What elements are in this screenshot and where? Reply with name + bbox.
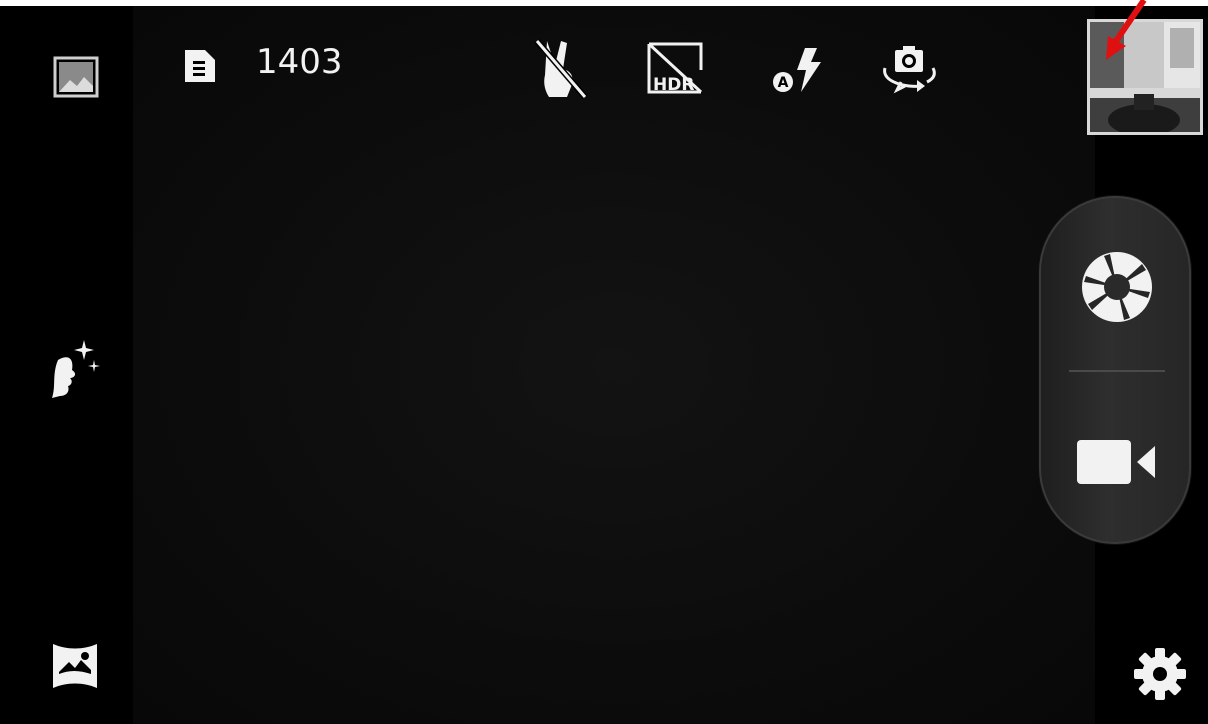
video-record-icon[interactable] bbox=[1075, 436, 1159, 488]
beauty-mode-icon[interactable] bbox=[48, 338, 104, 404]
gallery-icon[interactable] bbox=[53, 56, 99, 98]
flash-auto-label: A bbox=[778, 75, 789, 91]
hdr-label: HDR bbox=[653, 75, 694, 95]
photo-shutter-icon[interactable] bbox=[1080, 250, 1154, 324]
settings-gear-icon[interactable] bbox=[1132, 646, 1188, 702]
camera-screen: 1403 HDR A bbox=[0, 6, 1208, 724]
panel-divider bbox=[1069, 370, 1165, 372]
flash-auto-icon[interactable]: A bbox=[771, 44, 823, 96]
viewfinder[interactable] bbox=[133, 6, 1095, 724]
switch-camera-icon[interactable] bbox=[877, 42, 941, 98]
gesture-off-icon[interactable] bbox=[533, 37, 589, 101]
storage-card-icon bbox=[183, 48, 217, 84]
panorama-icon[interactable] bbox=[51, 642, 99, 690]
annotation-arrow bbox=[1080, 0, 1160, 70]
hdr-off-icon[interactable]: HDR bbox=[645, 40, 705, 100]
remaining-shots-count: 1403 bbox=[256, 42, 343, 82]
